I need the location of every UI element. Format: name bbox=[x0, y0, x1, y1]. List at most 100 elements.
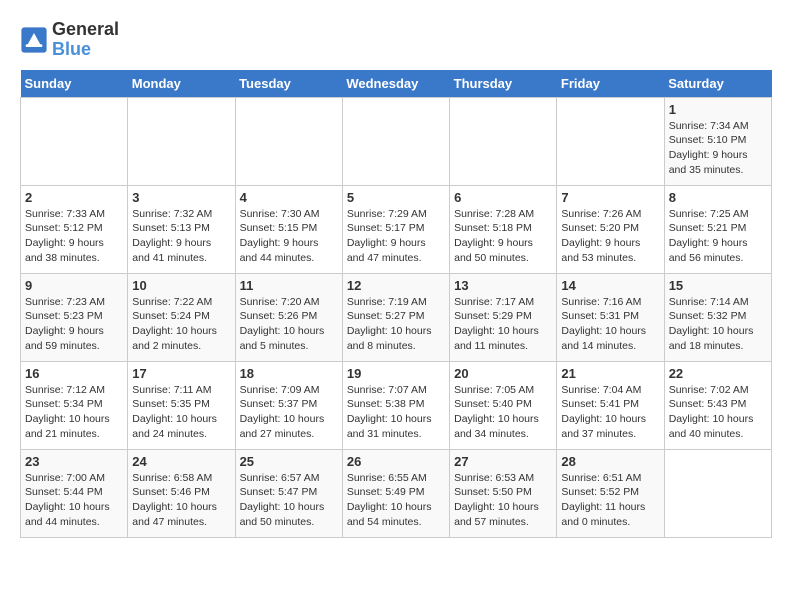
day-info: Sunrise: 7:30 AM Sunset: 5:15 PM Dayligh… bbox=[240, 207, 338, 266]
day-info: Sunrise: 7:22 AM Sunset: 5:24 PM Dayligh… bbox=[132, 295, 230, 354]
calendar-cell: 14 Sunrise: 7:16 AM Sunset: 5:31 PM Dayli… bbox=[557, 273, 664, 361]
day-number: 25 bbox=[240, 454, 338, 469]
day-info: Sunrise: 7:19 AM Sunset: 5:27 PM Dayligh… bbox=[347, 295, 445, 354]
day-info: Sunrise: 7:29 AM Sunset: 5:17 PM Dayligh… bbox=[347, 207, 445, 266]
header-day-saturday: Saturday bbox=[664, 70, 771, 98]
day-number: 7 bbox=[561, 190, 659, 205]
day-info: Sunrise: 7:34 AM Sunset: 5:10 PM Dayligh… bbox=[669, 119, 767, 178]
day-number: 13 bbox=[454, 278, 552, 293]
day-info: Sunrise: 7:05 AM Sunset: 5:40 PM Dayligh… bbox=[454, 383, 552, 442]
calendar-cell: 10 Sunrise: 7:22 AM Sunset: 5:24 PM Dayli… bbox=[128, 273, 235, 361]
day-number: 5 bbox=[347, 190, 445, 205]
week-row-5: 23 Sunrise: 7:00 AM Sunset: 5:44 PM Dayli… bbox=[21, 449, 772, 537]
calendar-cell bbox=[342, 97, 449, 185]
calendar-cell: 11 Sunrise: 7:20 AM Sunset: 5:26 PM Dayli… bbox=[235, 273, 342, 361]
day-info: Sunrise: 6:53 AM Sunset: 5:50 PM Dayligh… bbox=[454, 471, 552, 530]
calendar-cell: 26 Sunrise: 6:55 AM Sunset: 5:49 PM Dayli… bbox=[342, 449, 449, 537]
day-number: 20 bbox=[454, 366, 552, 381]
day-number: 11 bbox=[240, 278, 338, 293]
calendar-cell: 12 Sunrise: 7:19 AM Sunset: 5:27 PM Dayli… bbox=[342, 273, 449, 361]
calendar-cell: 28 Sunrise: 6:51 AM Sunset: 5:52 PM Dayli… bbox=[557, 449, 664, 537]
calendar-cell bbox=[450, 97, 557, 185]
calendar-header-row: SundayMondayTuesdayWednesdayThursdayFrid… bbox=[21, 70, 772, 98]
week-row-3: 9 Sunrise: 7:23 AM Sunset: 5:23 PM Daylig… bbox=[21, 273, 772, 361]
calendar-cell bbox=[557, 97, 664, 185]
day-info: Sunrise: 7:25 AM Sunset: 5:21 PM Dayligh… bbox=[669, 207, 767, 266]
day-number: 23 bbox=[25, 454, 123, 469]
calendar-cell bbox=[128, 97, 235, 185]
day-info: Sunrise: 7:16 AM Sunset: 5:31 PM Dayligh… bbox=[561, 295, 659, 354]
calendar-cell: 6Sunrise: 7:28 AM Sunset: 5:18 PM Daylig… bbox=[450, 185, 557, 273]
week-row-4: 16Sunrise: 7:12 AM Sunset: 5:34 PM Dayli… bbox=[21, 361, 772, 449]
day-number: 8 bbox=[669, 190, 767, 205]
header-day-sunday: Sunday bbox=[21, 70, 128, 98]
day-info: Sunrise: 6:55 AM Sunset: 5:49 PM Dayligh… bbox=[347, 471, 445, 530]
day-number: 2 bbox=[25, 190, 123, 205]
day-number: 24 bbox=[132, 454, 230, 469]
calendar-cell: 1 Sunrise: 7:34 AM Sunset: 5:10 PM Daylig… bbox=[664, 97, 771, 185]
logo-icon bbox=[20, 26, 48, 54]
day-info: Sunrise: 7:17 AM Sunset: 5:29 PM Dayligh… bbox=[454, 295, 552, 354]
week-row-2: 2 Sunrise: 7:33 AM Sunset: 5:12 PM Daylig… bbox=[21, 185, 772, 273]
calendar-cell: 22 Sunrise: 7:02 AM Sunset: 5:43 PM Dayli… bbox=[664, 361, 771, 449]
day-number: 16 bbox=[25, 366, 123, 381]
day-number: 1 bbox=[669, 102, 767, 117]
day-info: Sunrise: 7:07 AM Sunset: 5:38 PM Dayligh… bbox=[347, 383, 445, 442]
day-number: 19 bbox=[347, 366, 445, 381]
header-day-monday: Monday bbox=[128, 70, 235, 98]
day-info: Sunrise: 7:00 AM Sunset: 5:44 PM Dayligh… bbox=[25, 471, 123, 530]
day-info: Sunrise: 7:33 AM Sunset: 5:12 PM Dayligh… bbox=[25, 207, 123, 266]
header: GeneralBlue bbox=[20, 20, 772, 60]
day-info: Sunrise: 6:51 AM Sunset: 5:52 PM Dayligh… bbox=[561, 471, 659, 530]
day-info: Sunrise: 7:04 AM Sunset: 5:41 PM Dayligh… bbox=[561, 383, 659, 442]
calendar-cell: 2 Sunrise: 7:33 AM Sunset: 5:12 PM Daylig… bbox=[21, 185, 128, 273]
calendar-cell: 5 Sunrise: 7:29 AM Sunset: 5:17 PM Daylig… bbox=[342, 185, 449, 273]
calendar-cell: 8 Sunrise: 7:25 AM Sunset: 5:21 PM Daylig… bbox=[664, 185, 771, 273]
day-number: 6 bbox=[454, 190, 552, 205]
day-info: Sunrise: 7:20 AM Sunset: 5:26 PM Dayligh… bbox=[240, 295, 338, 354]
day-number: 28 bbox=[561, 454, 659, 469]
calendar-cell: 19 Sunrise: 7:07 AM Sunset: 5:38 PM Dayli… bbox=[342, 361, 449, 449]
day-info: Sunrise: 7:14 AM Sunset: 5:32 PM Dayligh… bbox=[669, 295, 767, 354]
day-number: 21 bbox=[561, 366, 659, 381]
calendar-cell: 4 Sunrise: 7:30 AM Sunset: 5:15 PM Daylig… bbox=[235, 185, 342, 273]
day-info: Sunrise: 7:02 AM Sunset: 5:43 PM Dayligh… bbox=[669, 383, 767, 442]
header-day-wednesday: Wednesday bbox=[342, 70, 449, 98]
calendar-cell: 13 Sunrise: 7:17 AM Sunset: 5:29 PM Dayli… bbox=[450, 273, 557, 361]
calendar-cell: 3Sunrise: 7:32 AM Sunset: 5:13 PM Daylig… bbox=[128, 185, 235, 273]
calendar-cell: 27 Sunrise: 6:53 AM Sunset: 5:50 PM Dayli… bbox=[450, 449, 557, 537]
calendar-cell bbox=[21, 97, 128, 185]
calendar-cell: 20 Sunrise: 7:05 AM Sunset: 5:40 PM Dayli… bbox=[450, 361, 557, 449]
day-number: 17 bbox=[132, 366, 230, 381]
calendar-cell: 25 Sunrise: 6:57 AM Sunset: 5:47 PM Dayli… bbox=[235, 449, 342, 537]
day-info: Sunrise: 7:32 AM Sunset: 5:13 PM Dayligh… bbox=[132, 207, 230, 266]
calendar-cell bbox=[664, 449, 771, 537]
day-number: 4 bbox=[240, 190, 338, 205]
header-day-tuesday: Tuesday bbox=[235, 70, 342, 98]
header-day-thursday: Thursday bbox=[450, 70, 557, 98]
calendar-cell: 21 Sunrise: 7:04 AM Sunset: 5:41 PM Dayli… bbox=[557, 361, 664, 449]
header-day-friday: Friday bbox=[557, 70, 664, 98]
day-number: 22 bbox=[669, 366, 767, 381]
day-number: 14 bbox=[561, 278, 659, 293]
day-number: 18 bbox=[240, 366, 338, 381]
day-number: 27 bbox=[454, 454, 552, 469]
calendar-cell: 23 Sunrise: 7:00 AM Sunset: 5:44 PM Dayli… bbox=[21, 449, 128, 537]
day-info: Sunrise: 6:57 AM Sunset: 5:47 PM Dayligh… bbox=[240, 471, 338, 530]
day-number: 10 bbox=[132, 278, 230, 293]
calendar-cell: 24 Sunrise: 6:58 AM Sunset: 5:46 PM Dayli… bbox=[128, 449, 235, 537]
day-info: Sunrise: 7:26 AM Sunset: 5:20 PM Dayligh… bbox=[561, 207, 659, 266]
calendar-cell: 15 Sunrise: 7:14 AM Sunset: 5:32 PM Dayli… bbox=[664, 273, 771, 361]
calendar-cell: 7 Sunrise: 7:26 AM Sunset: 5:20 PM Daylig… bbox=[557, 185, 664, 273]
calendar-cell: 18Sunrise: 7:09 AM Sunset: 5:37 PM Dayli… bbox=[235, 361, 342, 449]
day-info: Sunrise: 6:58 AM Sunset: 5:46 PM Dayligh… bbox=[132, 471, 230, 530]
day-number: 9 bbox=[25, 278, 123, 293]
day-number: 26 bbox=[347, 454, 445, 469]
calendar-cell: 9 Sunrise: 7:23 AM Sunset: 5:23 PM Daylig… bbox=[21, 273, 128, 361]
week-row-1: 1 Sunrise: 7:34 AM Sunset: 5:10 PM Daylig… bbox=[21, 97, 772, 185]
calendar-cell bbox=[235, 97, 342, 185]
day-number: 15 bbox=[669, 278, 767, 293]
calendar-table: SundayMondayTuesdayWednesdayThursdayFrid… bbox=[20, 70, 772, 538]
day-info: Sunrise: 7:23 AM Sunset: 5:23 PM Dayligh… bbox=[25, 295, 123, 354]
day-number: 12 bbox=[347, 278, 445, 293]
